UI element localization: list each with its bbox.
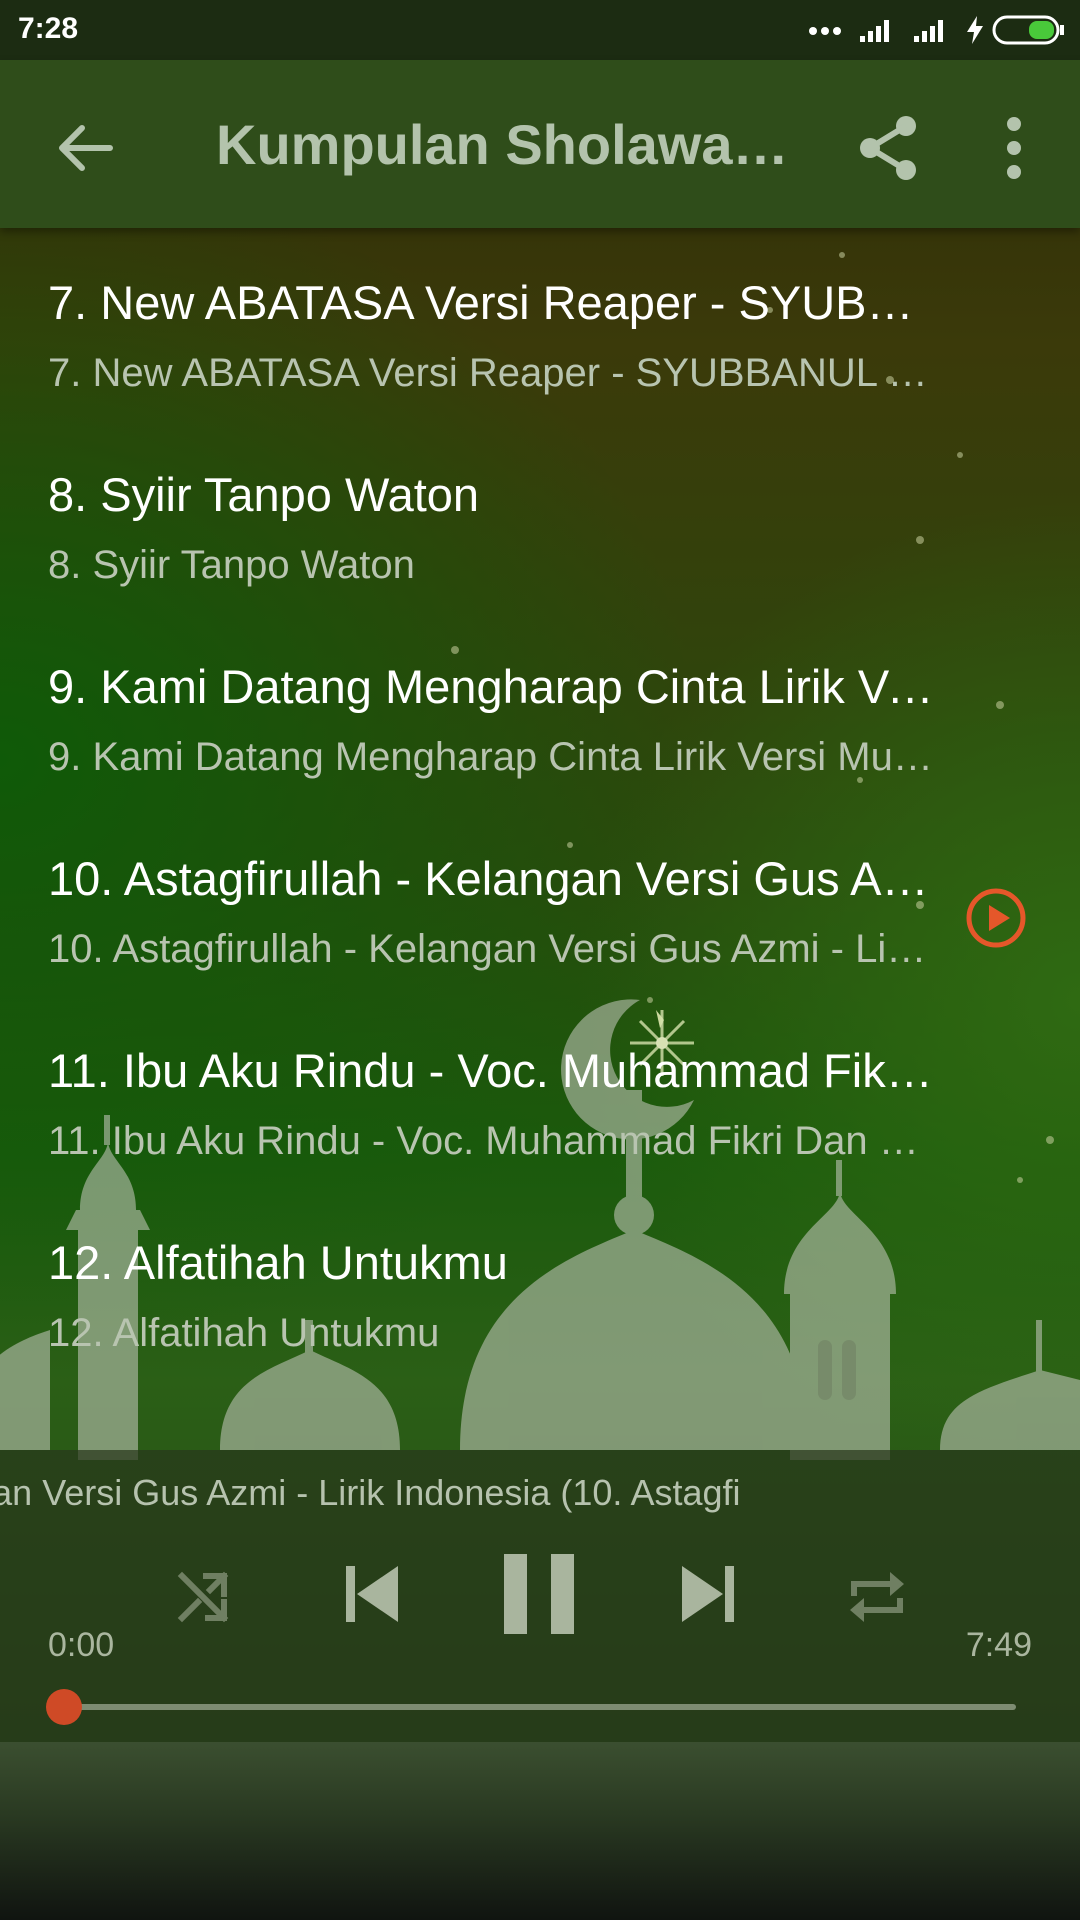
bottom-shadow — [0, 1742, 1080, 1920]
track-subtitle: 11. Ibu Aku Rindu - Voc. Muhammad Fikri … — [48, 1119, 936, 1163]
track-title: 9. Kami Datang Mengharap Cinta Lirik Ver… — [48, 660, 936, 713]
now-playing-text: ullah - Kelangan Versi Gus Azmi - Lirik … — [0, 1472, 741, 1513]
back-arrow-icon[interactable] — [52, 116, 116, 180]
charging-bolt-icon — [967, 16, 983, 44]
track-subtitle: 7. New ABATASA Versi Reaper - SYUBBANUL … — [48, 351, 936, 395]
skip-next-icon[interactable] — [680, 1562, 736, 1626]
track-title: 7. New ABATASA Versi Reaper - SYUBBANUL … — [48, 276, 936, 329]
list-item[interactable]: 7. New ABATASA Versi Reaper - SYUBBANUL … — [48, 274, 948, 398]
more-vertical-icon[interactable] — [990, 114, 1038, 182]
player-panel: ullah - Kelangan Versi Gus Azmi - Lirik … — [0, 1450, 1080, 1742]
list-item[interactable]: 11. Ibu Aku Rindu - Voc. Muhammad Fikri … — [48, 1042, 948, 1166]
track-subtitle: 8. Syiir Tanpo Waton — [48, 543, 415, 587]
list-item-now-playing[interactable]: 10. Astagfirullah - Kelangan Versi Gus A… — [48, 850, 948, 974]
track-title: 8. Syiir Tanpo Waton — [48, 468, 480, 521]
pause-icon[interactable] — [502, 1552, 576, 1636]
share-icon[interactable] — [856, 114, 924, 182]
seek-thumb[interactable] — [46, 1689, 82, 1725]
play-circle-icon[interactable] — [964, 886, 1028, 950]
seek-bar[interactable] — [64, 1704, 1016, 1710]
now-playing-marquee: ullah - Kelangan Versi Gus Azmi - Lirik … — [0, 1468, 1030, 1518]
signal-strength-icon — [860, 20, 889, 42]
track-subtitle: 9. Kami Datang Mengharap Cinta Lirik Ver… — [48, 735, 936, 779]
track-title: 12. Alfatihah Untukmu — [48, 1236, 508, 1289]
list-item[interactable]: 12. Alfatihah Untukmu 12. Alfatihah Untu… — [48, 1234, 948, 1358]
track-subtitle: 10. Astagfirullah - Kelangan Versi Gus A… — [48, 927, 936, 971]
elapsed-time: 0:00 — [48, 1626, 115, 1664]
track-title: 11. Ibu Aku Rindu - Voc. Muhammad Fikri … — [48, 1044, 936, 1097]
app-bar: Kumpulan Sholawat Syubbanul Muslimin — [0, 60, 1080, 228]
page-title: Kumpulan Sholawat Syubbanul Muslimin — [216, 113, 796, 176]
skip-previous-icon[interactable] — [344, 1562, 400, 1626]
total-duration: 7:49 — [965, 1626, 1032, 1664]
status-bar: 7:28 — [0, 0, 1080, 60]
list-item[interactable]: 8. Syiir Tanpo Waton 8. Syiir Tanpo Wato… — [48, 466, 948, 590]
notification-dots-icon — [809, 27, 841, 35]
list-item[interactable]: 9. Kami Datang Mengharap Cinta Lirik Ver… — [48, 658, 948, 782]
battery-icon — [992, 15, 1064, 45]
track-subtitle: 12. Alfatihah Untukmu — [48, 1311, 440, 1355]
status-time: 7:28 — [18, 12, 79, 45]
track-title: 10. Astagfirullah - Kelangan Versi Gus A… — [48, 852, 936, 905]
signal-strength-icon-2 — [914, 20, 943, 42]
shuffle-icon[interactable] — [176, 1568, 232, 1624]
repeat-icon[interactable] — [846, 1566, 908, 1628]
